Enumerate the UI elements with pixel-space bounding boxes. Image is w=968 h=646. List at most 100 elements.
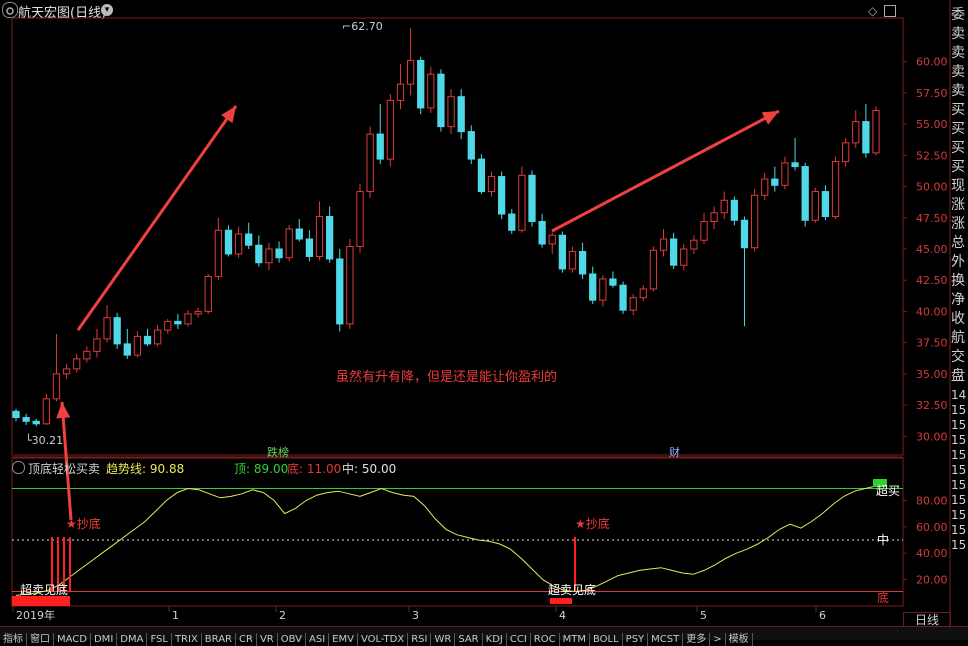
chart-window: 航天宏图(日线) ▾ ◇ 60.00 57.50 55.00 52.50 50.00 47… xyxy=(0,0,968,646)
quote-panel-row[interactable]: 外 xyxy=(951,253,968,272)
event-marker-dieban[interactable]: 跌榜 xyxy=(267,444,289,460)
indicator-tab-18[interactable]: CCI xyxy=(507,633,531,646)
candle-body xyxy=(872,109,880,154)
indicator-tab-14[interactable]: RSI xyxy=(408,633,432,646)
indicator-tab-6[interactable]: TRIX xyxy=(172,633,202,646)
quote-panel-row[interactable]: 盘 xyxy=(951,367,968,386)
candle-body xyxy=(467,131,475,160)
quote-panel-row[interactable]: 换 xyxy=(951,272,968,291)
candle-body xyxy=(558,234,566,270)
candle-body xyxy=(32,420,40,425)
indicator-tab-21[interactable]: BOLL xyxy=(590,633,623,646)
candle-body xyxy=(508,213,516,231)
indicator-tab-24[interactable]: 更多 xyxy=(683,633,711,646)
quote-panel-row[interactable]: 买 xyxy=(951,120,968,139)
quote-panel-row[interactable]: 卖 xyxy=(951,82,968,101)
candle-body xyxy=(487,176,496,193)
quote-panel-row[interactable]: 15 xyxy=(951,416,968,431)
indicator-tab-5[interactable]: FSL xyxy=(147,633,172,646)
indicator-tab-8[interactable]: CR xyxy=(236,633,257,646)
candle-body xyxy=(184,313,192,325)
x-tick-label: 2019年 xyxy=(16,608,55,622)
indicator-tab-19[interactable]: ROC xyxy=(531,633,560,646)
quote-panel-row[interactable]: 收 xyxy=(951,310,968,329)
quote-panel-row[interactable]: 15 xyxy=(951,521,968,536)
quote-panel-row[interactable]: 卖 xyxy=(951,44,968,63)
quote-panel-row[interactable]: 总 xyxy=(951,234,968,253)
indicator-tab-4[interactable]: DMA xyxy=(117,633,148,646)
candle-body xyxy=(133,335,142,356)
candle-body xyxy=(366,133,374,193)
indicator-tab-10[interactable]: OBV xyxy=(278,633,306,646)
candle-body xyxy=(285,228,293,259)
trend-arrow-head xyxy=(56,402,71,419)
indicator-tab-12[interactable]: EMV xyxy=(329,633,358,646)
indicator-tab-26[interactable]: 模板 xyxy=(726,633,753,646)
x-tick-label: 2 xyxy=(279,609,286,622)
price-tick-label: 42.50 xyxy=(916,274,948,287)
indicator-tab-3[interactable]: DMI xyxy=(91,633,118,646)
candle-body xyxy=(771,178,779,186)
indicator-tab-13[interactable]: VOL-TDX xyxy=(358,633,409,646)
quote-panel-row[interactable]: 卖 xyxy=(951,25,968,44)
quote-panel-row[interactable]: 委 xyxy=(951,6,968,25)
indicator-tab-16[interactable]: SAR xyxy=(455,633,483,646)
overbought-label: 超买 xyxy=(876,484,901,498)
quote-panel-row[interactable]: 买 xyxy=(951,158,968,177)
event-marker-finance[interactable]: 财 xyxy=(669,444,680,460)
indicator-tick-label: 40.00 xyxy=(916,547,948,560)
candle-body xyxy=(548,234,556,245)
indicator-tab-17[interactable]: KDJ xyxy=(483,633,507,646)
quote-panel-row[interactable]: 净 xyxy=(951,291,968,310)
quote-panel-row[interactable]: 15 xyxy=(951,461,968,476)
quote-panel-row[interactable]: 15 xyxy=(951,446,968,461)
quote-panel-row[interactable]: 现 xyxy=(951,177,968,196)
price-tick-label: 30.00 xyxy=(916,430,948,443)
indicator-tab-20[interactable]: MTM xyxy=(560,633,590,646)
indicator-tab-9[interactable]: VR xyxy=(257,633,278,646)
indicator-tab-25[interactable]: > xyxy=(710,633,726,646)
indicator-tab-0[interactable]: 指标 xyxy=(0,633,27,646)
quote-panel-row[interactable]: 买 xyxy=(951,139,968,158)
quote-panel-row[interactable]: 买 xyxy=(951,101,968,120)
candle-body xyxy=(386,99,394,160)
candle-body xyxy=(52,373,61,400)
candle-body xyxy=(639,288,647,299)
indicator-tab-7[interactable]: BRAR xyxy=(202,633,236,646)
indicator-tab-22[interactable]: PSY xyxy=(623,633,649,646)
candle-body xyxy=(498,176,506,215)
candle-body xyxy=(761,178,769,196)
oversold-label-2: 超卖见底 xyxy=(548,583,597,597)
indicator-tab-2[interactable]: MACD xyxy=(54,633,91,646)
quote-panel-row[interactable]: 14 xyxy=(951,386,968,401)
indicator-tab-11[interactable]: ASI xyxy=(306,633,330,646)
indicator-name[interactable]: 顶底轻松买卖 xyxy=(28,460,100,477)
candle-body xyxy=(396,83,405,101)
quote-panel-row[interactable]: 涨 xyxy=(951,215,968,234)
quote-panel-row[interactable]: 15 xyxy=(951,401,968,416)
quote-panel-row[interactable]: 卖 xyxy=(951,63,968,82)
candle-body xyxy=(154,329,162,345)
quote-panel-row[interactable]: 交 xyxy=(951,348,968,367)
candle-body xyxy=(234,233,243,255)
candle-body xyxy=(265,248,273,264)
quote-panel-row[interactable]: 航 xyxy=(951,329,968,348)
quote-panel-row[interactable]: 15 xyxy=(951,491,968,506)
quote-panel-row[interactable]: 15 xyxy=(951,431,968,446)
x-tick-label: 1 xyxy=(172,609,179,622)
trend-arrow-line xyxy=(551,109,780,233)
indicator-tab-23[interactable]: MCST xyxy=(648,633,684,646)
quote-panel-row[interactable]: 15 xyxy=(951,476,968,491)
indicator-tab-15[interactable]: WR xyxy=(431,633,456,646)
mid-line-label: 中 xyxy=(877,533,890,547)
indicator-gear-icon[interactable] xyxy=(12,461,25,474)
candle-body xyxy=(417,59,425,109)
quote-panel-row[interactable]: 涨 xyxy=(951,196,968,215)
indicator-tab-1[interactable]: 窗口 xyxy=(27,633,54,646)
candle-body xyxy=(852,121,860,144)
candle-body xyxy=(143,335,152,345)
quote-panel-row[interactable]: 15 xyxy=(951,536,968,551)
candle-body xyxy=(821,191,830,218)
quote-panel-row[interactable]: 15 xyxy=(951,506,968,521)
price-tick-label: 50.00 xyxy=(916,181,948,194)
